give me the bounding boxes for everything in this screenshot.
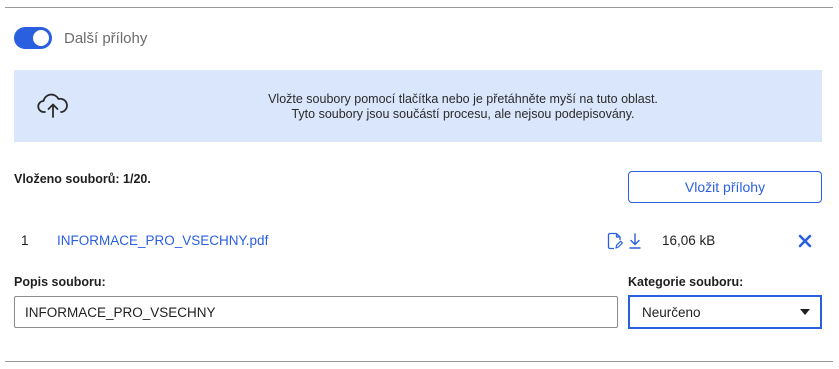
dropzone-line-2: Tyto soubory jsou součástí procesu, ale …	[291, 107, 635, 121]
file-category-select[interactable]: Neurčeno	[628, 295, 822, 329]
dropzone-line-1: Vložte soubory pomocí tlačítka nebo je p…	[268, 92, 658, 106]
file-category-value: Neurčeno	[642, 305, 701, 320]
file-name-link[interactable]: INFORMACE_PRO_VSECHNY.pdf	[57, 233, 268, 248]
top-divider	[5, 7, 833, 8]
file-dropzone[interactable]: Vložte soubory pomocí tlačítka nebo je p…	[14, 70, 822, 142]
dropdown-caret-icon	[800, 309, 810, 315]
toggle-knob	[33, 30, 49, 46]
file-category-label: Kategorie souboru:	[628, 275, 744, 289]
attachments-toggle-label: Další přílohy	[64, 29, 148, 47]
uploaded-files-count: Vloženo souborů: 1/20.	[14, 172, 151, 186]
sign-document-icon[interactable]	[607, 232, 623, 250]
file-description-label: Popis souboru:	[14, 275, 106, 289]
bottom-divider	[5, 361, 833, 362]
add-attachments-button[interactable]: Vložit přílohy	[628, 171, 822, 203]
file-description-input[interactable]	[14, 296, 618, 328]
file-index: 1	[21, 233, 29, 248]
dropzone-instructions: Vložte soubory pomocí tlačítka nebo je p…	[14, 92, 822, 122]
file-row: 1 INFORMACE_PRO_VSECHNY.pdf 16,06 kB	[14, 230, 822, 252]
attachments-toggle[interactable]	[14, 27, 52, 49]
file-size: 16,06 kB	[662, 233, 716, 248]
attachments-toggle-row: Další přílohy	[14, 27, 147, 49]
download-icon[interactable]	[628, 232, 642, 250]
remove-file-icon[interactable]	[797, 233, 813, 249]
